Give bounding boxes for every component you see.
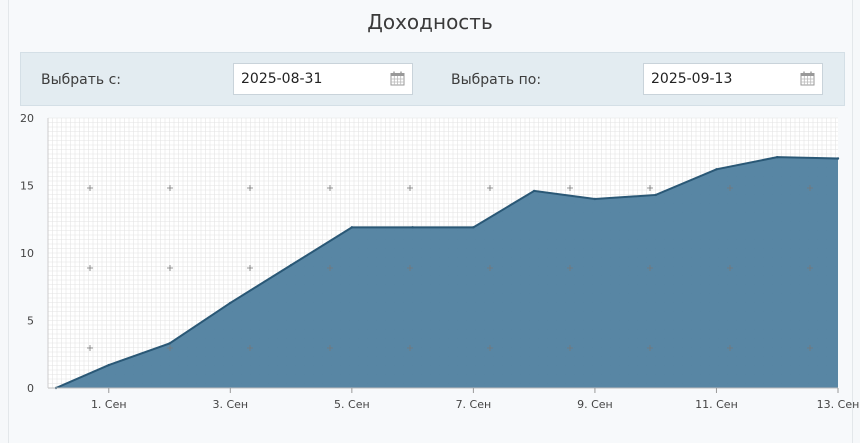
data-point-11 <box>715 168 718 171</box>
x-tick-label: 5. Сен <box>334 398 370 411</box>
x-tick-label: 11. Сен <box>695 398 738 411</box>
x-tick-label: 7. Сен <box>456 398 492 411</box>
data-point-3 <box>229 301 232 305</box>
y-tick-label: 15 <box>20 180 34 193</box>
data-point-1 <box>107 363 110 367</box>
data-point-10 <box>654 193 657 197</box>
x-tick-label: 1. Сен <box>91 398 127 411</box>
data-point-2 <box>168 342 171 345</box>
data-point-7 <box>472 226 475 229</box>
data-point-8 <box>532 189 536 193</box>
y-tick-label: 0 <box>27 382 34 395</box>
data-point-9 <box>593 197 597 201</box>
x-tick-label: 13. Сен <box>817 398 860 411</box>
y-tick-label: 20 <box>20 112 34 125</box>
yield-area-chart: 0 5 10 15 20 1. Сен 3. Сен 5. Сен 7. Сен 9. Сен 11… <box>20 112 860 411</box>
x-tick-label: 3. Сен <box>212 398 248 411</box>
data-point-5 <box>350 226 354 229</box>
y-tick-label: 10 <box>20 247 34 260</box>
data-point-6 <box>411 226 414 229</box>
data-point-12 <box>776 155 779 159</box>
y-tick-label: 5 <box>27 315 34 328</box>
data-point-13 <box>836 157 840 160</box>
x-tick-label: 9. Сен <box>577 398 613 411</box>
data-point-4 <box>289 263 293 267</box>
